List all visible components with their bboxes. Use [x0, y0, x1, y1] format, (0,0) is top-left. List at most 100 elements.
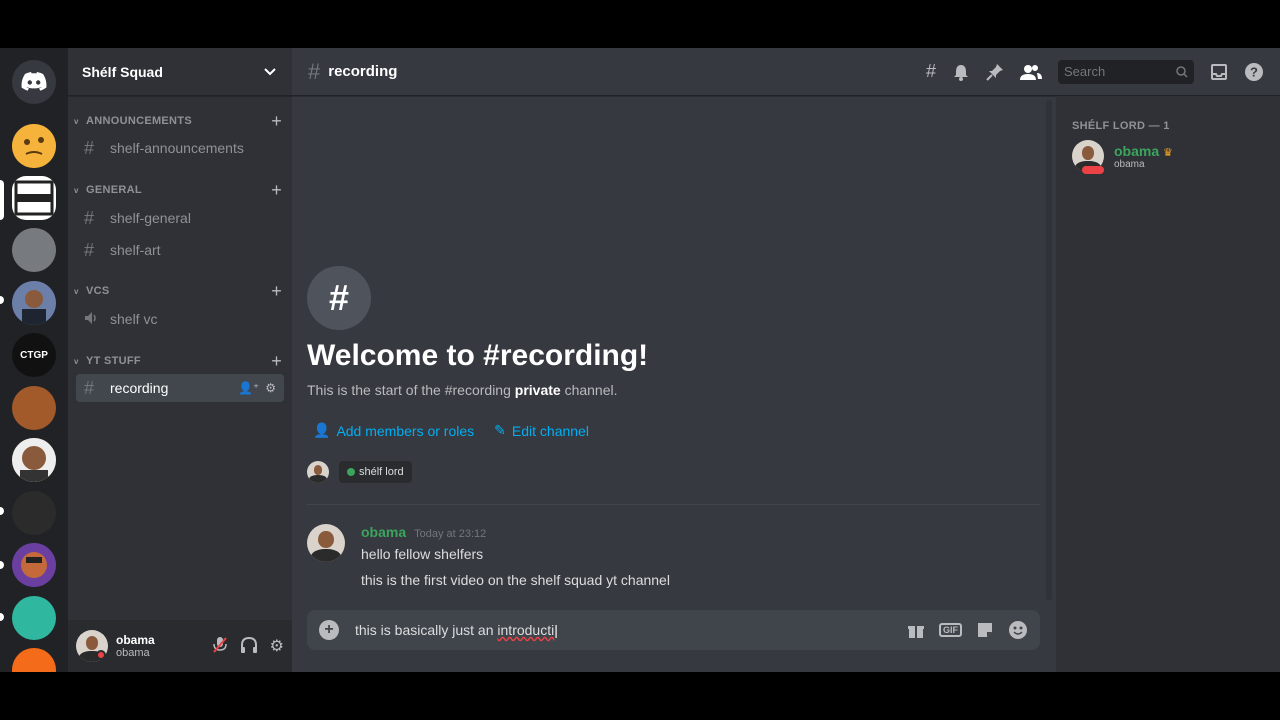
category-general[interactable]: v GENERAL +	[74, 181, 282, 199]
server-icon-emoji[interactable]	[12, 124, 56, 168]
server-icon-records[interactable]: CTGP	[12, 333, 56, 377]
divider	[307, 504, 1040, 505]
channel-name: recording	[110, 380, 169, 396]
welcome-subtitle: This is the start of the #recording priv…	[307, 382, 618, 398]
composer-input[interactable]: this is basically just an introducti|	[355, 622, 558, 638]
server-icon-green[interactable]	[12, 596, 56, 640]
member-group-heading: SHÉLF LORD — 1	[1072, 120, 1170, 132]
edit-channel-link[interactable]: ✎ Edit channel	[494, 422, 589, 439]
welcome-sub-bold: private	[514, 382, 561, 398]
server-icon-food[interactable]	[12, 386, 56, 430]
category-label: YT STUFF	[86, 355, 141, 367]
role-color-dot	[347, 468, 355, 476]
role-name: shélf lord	[359, 466, 404, 478]
message-line: hello fellow shelfers	[361, 546, 484, 562]
inbox-icon[interactable]	[1210, 63, 1228, 81]
pin-icon[interactable]	[986, 63, 1004, 81]
avatar[interactable]	[307, 524, 345, 562]
help-icon[interactable]: ?	[1244, 62, 1264, 82]
add-members-label: Add members or roles	[336, 422, 475, 439]
channel-recording[interactable]: # recording 👤⁺ ⚙	[76, 374, 284, 402]
server-icon-dark[interactable]	[12, 491, 56, 535]
channel-shelf-art[interactable]: # shelf-art	[76, 236, 284, 264]
server-icon-gray[interactable]	[12, 228, 56, 272]
unread-indicator	[0, 296, 4, 304]
create-channel-plus-icon[interactable]: +	[271, 282, 282, 300]
chevron-down-icon: v	[74, 116, 79, 126]
add-attachment-icon[interactable]: +	[319, 620, 339, 640]
category-yt-stuff[interactable]: v YT STUFF +	[74, 352, 282, 370]
hash-icon: #	[84, 377, 95, 398]
search-input[interactable]: Search	[1058, 59, 1194, 84]
hash-icon: #	[84, 137, 95, 158]
role-chip[interactable]: shélf lord	[339, 461, 412, 483]
member-activity: obama	[1114, 158, 1145, 170]
invite-icon[interactable]: 👤⁺	[238, 381, 259, 395]
bell-icon[interactable]	[952, 63, 970, 81]
channel-shelf-general[interactable]: # shelf-general	[76, 204, 284, 232]
member-list: SHÉLF LORD — 1 obama ♛ obama	[1056, 96, 1280, 672]
category-label: VCS	[86, 285, 110, 297]
member-item[interactable]: obama ♛ obama	[1072, 140, 1173, 174]
gif-icon[interactable]: GIF	[939, 623, 962, 637]
category-vcs[interactable]: v VCS +	[74, 282, 282, 300]
create-channel-plus-icon[interactable]: +	[271, 352, 282, 370]
chat-area: # Welcome to #recording! This is the sta…	[292, 96, 1056, 672]
message-author[interactable]: obama	[361, 524, 406, 540]
user-panel: obama obama ⚙	[68, 620, 292, 672]
selected-server-indicator	[0, 180, 4, 220]
chevron-down-icon: v	[74, 356, 79, 366]
text-cursor: |	[554, 622, 558, 638]
welcome-sub-text: This is the start of the #recording	[307, 382, 515, 398]
server-icon-rock[interactable]	[12, 438, 56, 482]
unread-indicator	[0, 613, 4, 621]
server-icon-purple[interactable]	[12, 543, 56, 587]
message-composer[interactable]: + this is basically just an introducti| …	[307, 610, 1040, 650]
message: obama Today at 23:12 hello fellow shelfe…	[307, 524, 670, 588]
headphones-icon[interactable]	[240, 636, 258, 654]
scrollbar[interactable]	[1046, 100, 1052, 600]
category-announcements[interactable]: v ANNOUNCEMENTS +	[74, 112, 282, 130]
gear-icon[interactable]: ⚙	[265, 381, 276, 395]
private-channel-hash-lock-icon: #	[307, 266, 371, 330]
server-icon-frame[interactable]	[12, 176, 56, 220]
channel-title: recording	[328, 63, 398, 80]
speaker-icon	[84, 309, 106, 330]
user-settings-gear-icon[interactable]: ⚙	[270, 636, 284, 656]
mute-mic-icon[interactable]	[212, 636, 228, 654]
threads-icon[interactable]: #	[926, 61, 936, 82]
category-label: GENERAL	[86, 184, 142, 196]
chevron-down-icon	[264, 67, 276, 75]
composer-misspelled-word: introducti	[497, 622, 555, 638]
unread-indicator	[0, 507, 4, 515]
emoji-icon[interactable]	[1008, 620, 1028, 640]
edit-channel-label: Edit channel	[511, 422, 589, 439]
channel-shelf-vc[interactable]: shelf vc	[76, 305, 284, 333]
main-area: # recording # Search ? # Welcome to #rec…	[292, 48, 1280, 672]
channel-shelf-announcements[interactable]: # shelf-announcements	[76, 134, 284, 162]
guild-name: Shélf Squad	[82, 63, 163, 80]
channel-name: shelf-general	[110, 210, 191, 226]
server-icon-orange[interactable]	[12, 648, 56, 672]
sticker-icon[interactable]	[976, 621, 994, 639]
members-icon[interactable]	[1020, 63, 1042, 81]
search-placeholder: Search	[1064, 64, 1106, 79]
avatar[interactable]	[307, 461, 329, 483]
pencil-icon: ✎	[494, 422, 506, 438]
create-channel-plus-icon[interactable]: +	[271, 181, 282, 199]
create-channel-plus-icon[interactable]: +	[271, 112, 282, 130]
channel-name: shelf vc	[110, 311, 158, 327]
home-button[interactable]	[12, 60, 56, 104]
gift-icon[interactable]	[907, 621, 925, 639]
guild-header[interactable]: Shélf Squad	[68, 48, 292, 96]
channel-sidebar: Shélf Squad v ANNOUNCEMENTS + # shelf-an…	[68, 48, 292, 672]
add-user-icon: 👤	[313, 422, 331, 438]
svg-text:?: ?	[1250, 64, 1258, 79]
category-label: ANNOUNCEMENTS	[86, 115, 192, 127]
channel-topbar: # recording # Search ?	[292, 48, 1280, 96]
server-icon-obama[interactable]	[12, 281, 56, 325]
add-members-link[interactable]: 👤 Add members or roles	[313, 422, 474, 439]
discord-window: CTGP Shélf Squad v ANNOUNCEMENTS + # she…	[0, 48, 1280, 672]
hash-icon: #	[308, 58, 321, 84]
message-timestamp: Today at 23:12	[414, 528, 487, 540]
